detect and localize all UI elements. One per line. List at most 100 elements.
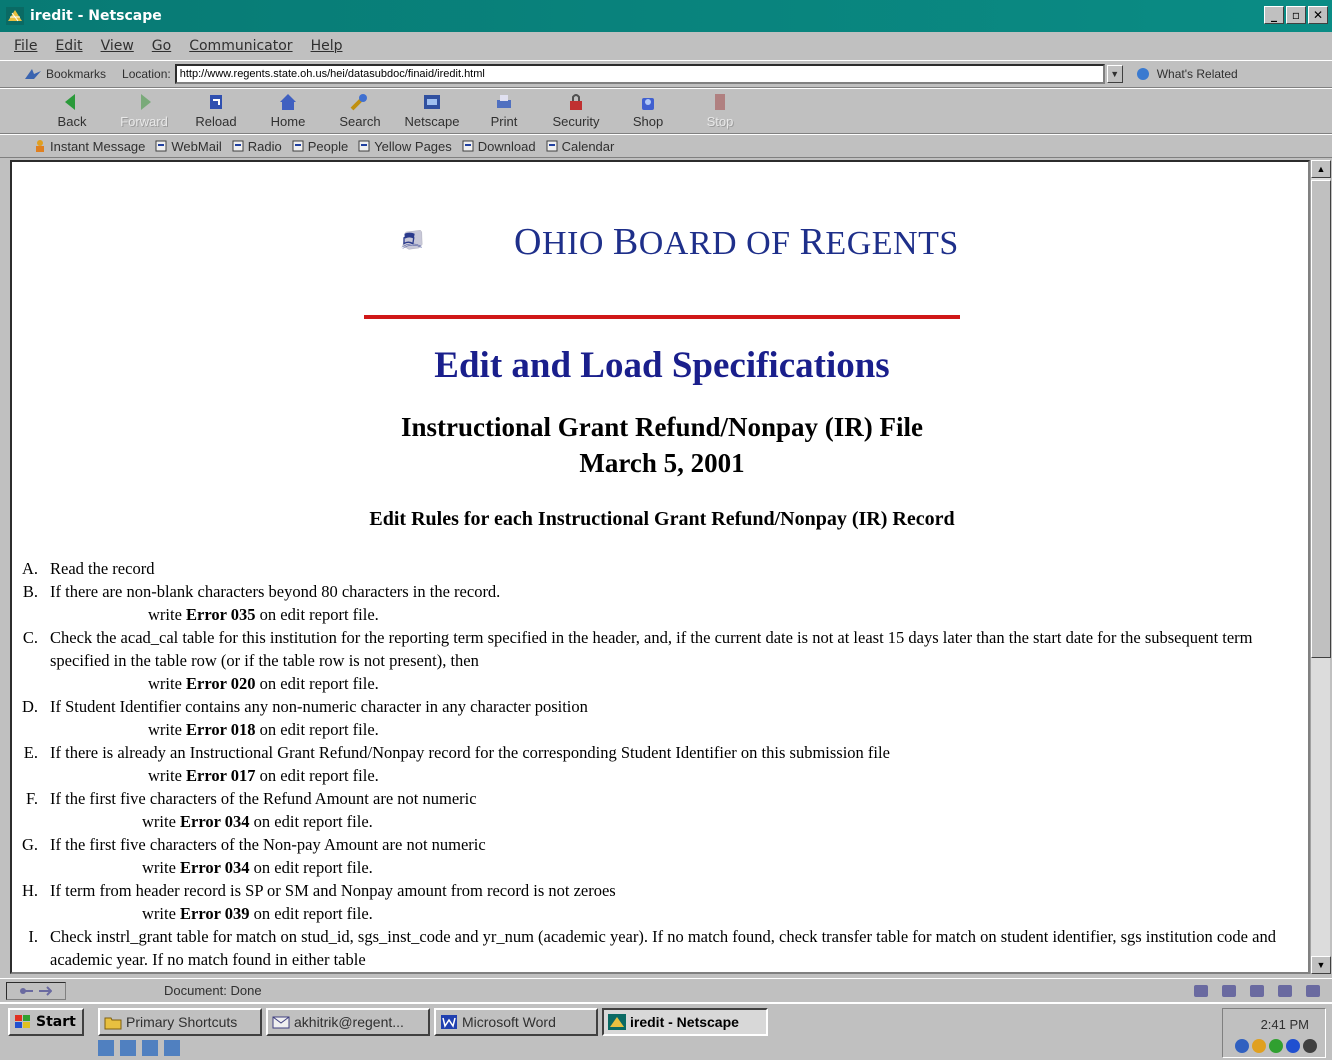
radio-bookmark[interactable]: Radio xyxy=(232,139,282,154)
address-book-icon[interactable] xyxy=(1306,984,1320,997)
scroll-thumb[interactable] xyxy=(1311,180,1331,658)
menu-communicator[interactable]: Communicator xyxy=(189,38,292,54)
maximize-button[interactable]: ▫ xyxy=(1286,6,1306,24)
rule-letter: H. xyxy=(21,881,38,900)
rule-i: I. Check instrl_grant table for match on… xyxy=(20,925,1300,971)
task-mail[interactable]: akhitrik@regent... xyxy=(266,1008,430,1036)
rule-h-action: write Error 039 on edit report file. xyxy=(142,904,373,923)
rule-b: B. If there are non-blank characters bey… xyxy=(20,580,1300,603)
rule-letter: F. xyxy=(26,789,38,808)
print-label: Print xyxy=(490,114,518,129)
bookmark-icon xyxy=(462,140,474,152)
webmail-label: WebMail xyxy=(171,138,222,154)
tray-icon[interactable] xyxy=(1235,1039,1249,1053)
scroll-up-button[interactable]: ▲ xyxy=(1311,160,1331,178)
netscape-icon xyxy=(424,95,440,109)
rule-letter: B. xyxy=(22,582,38,601)
rule-d-action: write Error 018 on edit report file. xyxy=(148,720,379,739)
back-label: Back xyxy=(57,114,87,129)
bookmarks-icon xyxy=(25,69,41,79)
close-button[interactable]: ✕ xyxy=(1308,6,1328,24)
instant-message-button[interactable]: Instant Message xyxy=(34,139,145,154)
tray-icon[interactable] xyxy=(1303,1039,1317,1053)
menu-file[interactable]: File xyxy=(14,38,37,54)
whats-related-button[interactable]: What's Related xyxy=(1133,66,1238,82)
people-bookmark[interactable]: People xyxy=(292,139,348,154)
menu-help[interactable]: Help xyxy=(311,38,343,54)
quick-launch-icon[interactable] xyxy=(98,1040,114,1056)
edit-rules-list: A. Read the record B. If there are non-b… xyxy=(20,557,1300,971)
vertical-scrollbar[interactable]: ▲ ▼ xyxy=(1310,160,1331,974)
search-button[interactable]: Search xyxy=(324,92,396,129)
download-bookmark[interactable]: Download xyxy=(462,139,536,154)
quick-launch-icon[interactable] xyxy=(164,1040,180,1056)
bookmark-icon xyxy=(292,140,304,152)
status-bar: Document: Done xyxy=(0,978,1332,1002)
webmail-bookmark[interactable]: WebMail xyxy=(155,138,222,154)
forward-arrow-icon xyxy=(141,94,151,110)
quick-launch-icon[interactable] xyxy=(142,1040,158,1056)
start-label: Start xyxy=(36,1014,76,1030)
menu-go[interactable]: Go xyxy=(152,38,171,54)
url-dropdown-button[interactable]: ▼ xyxy=(1106,65,1123,83)
task-microsoft-word[interactable]: Microsoft Word xyxy=(434,1008,598,1036)
netscape-app-icon xyxy=(608,1014,626,1030)
rule-letter: D. xyxy=(21,697,38,716)
back-button[interactable]: Back xyxy=(36,92,108,129)
menu-edit[interactable]: Edit xyxy=(55,38,82,54)
scroll-down-button[interactable]: ▼ xyxy=(1311,956,1331,974)
bookmarks-button[interactable]: Bookmarks xyxy=(46,67,106,81)
search-label: Search xyxy=(339,114,381,129)
home-button[interactable]: Home xyxy=(252,92,324,129)
rule-text: If Student Identifier contains any non-n… xyxy=(50,697,588,716)
discussions-icon[interactable] xyxy=(1250,984,1264,997)
minimize-button[interactable]: _ xyxy=(1264,6,1284,24)
window-titlebar[interactable]: iredit - Netscape _ ▫ ✕ xyxy=(0,0,1332,32)
printer-icon xyxy=(497,95,511,108)
url-input[interactable]: http://www.regents.state.oh.us/hei/datas… xyxy=(174,64,1105,84)
rule-text: If there is already an Instructional Gra… xyxy=(50,743,890,762)
tray-icon[interactable] xyxy=(1286,1039,1300,1053)
error-code: Error 018 xyxy=(186,720,256,739)
navigator-icon[interactable] xyxy=(1194,984,1208,997)
calendar-bookmark[interactable]: Calendar xyxy=(546,139,614,154)
shop-button[interactable]: Shop xyxy=(612,92,684,129)
rule-e: E. If there is already an Instructional … xyxy=(20,741,1300,764)
reload-button[interactable]: Reload xyxy=(180,92,252,129)
rule-g-action: write Error 034 on edit report file. xyxy=(142,858,373,877)
rule-f-action: write Error 034 on edit report file. xyxy=(142,812,373,831)
tray-icon[interactable] xyxy=(1252,1039,1266,1053)
key-icon xyxy=(20,987,33,994)
menu-view[interactable]: View xyxy=(101,38,134,54)
task-label: akhitrik@regent... xyxy=(294,1014,404,1030)
print-button[interactable]: Print xyxy=(468,92,540,129)
composer-icon[interactable] xyxy=(1278,984,1292,997)
error-code: Error 017 xyxy=(186,766,256,785)
rule-e-action: write Error 017 on edit report file. xyxy=(148,766,379,785)
ohio-regents-logo xyxy=(401,230,423,250)
file-title: Instructional Grant Refund/Nonpay (IR) F… xyxy=(400,412,924,442)
bookmark-icon xyxy=(155,140,167,152)
quick-launch-icon[interactable] xyxy=(120,1040,136,1056)
mail-icon[interactable] xyxy=(1222,984,1236,997)
task-iredit-netscape[interactable]: iredit - Netscape xyxy=(602,1008,768,1036)
bookmark-icon xyxy=(546,140,558,152)
security-button[interactable]: Security xyxy=(540,92,612,129)
rule-b-action: write Error 035 on edit report file. xyxy=(148,605,379,624)
security-status-indicator[interactable] xyxy=(6,981,66,1000)
yellow-pages-bookmark[interactable]: Yellow Pages xyxy=(358,139,452,154)
error-code: Error 020 xyxy=(186,674,256,693)
people-label: People xyxy=(307,138,349,154)
tray-icon[interactable] xyxy=(1269,1039,1283,1053)
task-primary-shortcuts[interactable]: Primary Shortcuts xyxy=(98,1008,262,1036)
rule-c: C. Check the acad_cal table for this ins… xyxy=(20,626,1300,672)
start-button[interactable]: Start xyxy=(8,1008,84,1036)
rule-text: Check the acad_cal table for this instit… xyxy=(50,628,1253,670)
rule-g: G. If the first five characters of the N… xyxy=(20,833,1300,856)
stop-button[interactable]: Stop xyxy=(684,92,756,129)
netscape-button[interactable]: Netscape xyxy=(396,92,468,129)
word-icon xyxy=(441,1015,457,1029)
clock[interactable]: 2:41 PM xyxy=(1261,1017,1309,1032)
search-icon xyxy=(350,94,367,111)
forward-button[interactable]: Forward xyxy=(108,92,180,129)
